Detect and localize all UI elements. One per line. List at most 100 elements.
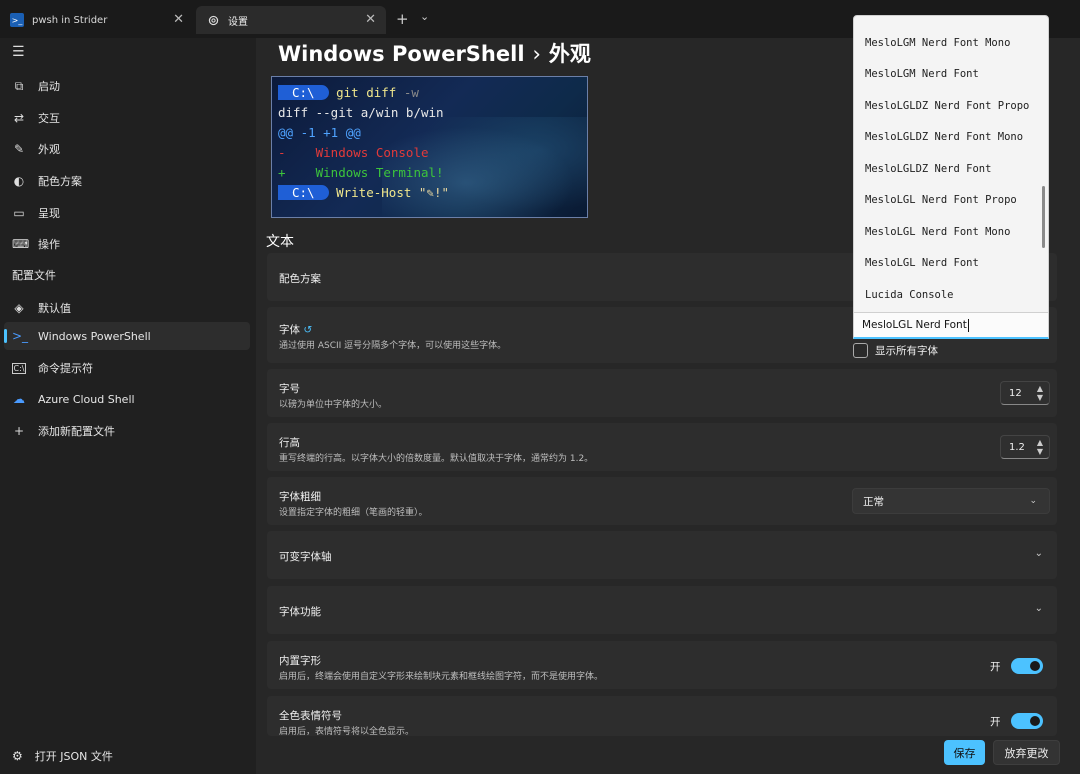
setting-description: 启用后，终端会使用自定义字形来绘制块元素和框线绘图字符，而不是使用字体。 bbox=[279, 672, 604, 682]
sidebar-item-launch[interactable]: ⧉ 启动 bbox=[4, 72, 250, 100]
close-icon[interactable]: ✕ bbox=[365, 12, 376, 27]
font-weight-select[interactable]: 正常 ⌄ bbox=[852, 488, 1050, 514]
brush-icon: ✎ bbox=[13, 142, 25, 156]
tab-label: pwsh in Strider bbox=[32, 14, 108, 26]
font-option[interactable]: MesloLGM Nerd Font bbox=[865, 68, 979, 80]
tab-pwsh[interactable]: >_ pwsh in Strider ✕ bbox=[0, 6, 194, 34]
font-size-value: 12 bbox=[1009, 387, 1022, 399]
profiles-header: 配置文件 bbox=[12, 269, 56, 282]
prompt-segment: C:\ bbox=[278, 185, 329, 200]
font-face-title: 字体 bbox=[279, 324, 300, 336]
keyboard-icon: ⌨ bbox=[12, 237, 30, 251]
sidebar-item-add-profile[interactable]: + 添加新配置文件 bbox=[4, 417, 250, 445]
setting-title: 配色方案 bbox=[279, 273, 321, 285]
sidebar-item-windows-powershell[interactable]: >_ Windows PowerShell bbox=[4, 322, 250, 350]
setting-color-emoji: 全色表情符号 启用后，表情符号将以全色显示。 开 bbox=[267, 696, 1057, 737]
sidebar-item-label: 启动 bbox=[38, 80, 60, 93]
close-icon[interactable]: ✕ bbox=[173, 12, 184, 27]
setting-variable-axes[interactable]: 可变字体轴 ⌄ bbox=[267, 531, 1057, 579]
section-title-text: 文本 bbox=[266, 234, 294, 250]
font-option[interactable]: MesloLGLDZ Nerd Font Mono bbox=[865, 131, 1023, 143]
menu-icon[interactable]: ☰ bbox=[12, 44, 25, 60]
setting-title: 可变字体轴 bbox=[279, 551, 332, 563]
chevron-down-icon: ⌄ bbox=[1034, 548, 1043, 559]
sidebar-item-defaults[interactable]: ◈ 默认值 bbox=[4, 294, 250, 322]
builtin-glyphs-toggle[interactable] bbox=[1011, 658, 1043, 674]
discard-changes-button[interactable]: 放弃更改 bbox=[993, 740, 1060, 765]
preview-flag: -w bbox=[403, 85, 419, 100]
reset-icon[interactable]: ↺ bbox=[303, 324, 312, 336]
cmd-icon: C:\ bbox=[12, 362, 26, 374]
setting-line-height: 行高 重写终端的行高。以字体大小的倍数度量。默认值取决于字体，通常约为 1.2。… bbox=[267, 423, 1057, 471]
open-json-link[interactable]: ⚙ 打开 JSON 文件 bbox=[12, 748, 113, 764]
powershell-icon: >_ bbox=[12, 329, 29, 343]
page-title: Windows PowerShell › 外观 bbox=[278, 38, 591, 68]
setting-description: 通过使用 ASCII 逗号分隔多个字体，可以使用这些字体。 bbox=[279, 341, 507, 351]
toggle-state-label: 开 bbox=[990, 661, 1001, 673]
preview-line: @@ -1 +1 @@ bbox=[278, 125, 361, 140]
sidebar-item-label: 外观 bbox=[38, 143, 60, 156]
show-all-fonts-label: 显示所有字体 bbox=[875, 345, 938, 357]
show-all-fonts-checkbox[interactable] bbox=[853, 343, 868, 358]
show-all-fonts-row[interactable]: 显示所有字体 bbox=[853, 343, 938, 358]
setting-title: 行高 bbox=[279, 437, 300, 449]
font-size-stepper[interactable]: 12 ▲ ▼ bbox=[1000, 381, 1050, 405]
font-face-input[interactable]: MesloLGL Nerd Font bbox=[853, 313, 1049, 339]
preview-string: "✎!" bbox=[418, 185, 450, 200]
sidebar-item-azure-cloud-shell[interactable]: ☁ Azure Cloud Shell bbox=[4, 385, 250, 413]
gear-icon: ⚙ bbox=[12, 749, 23, 763]
tab-settings[interactable]: 设置 ✕ bbox=[196, 6, 386, 34]
sidebar-item-appearance[interactable]: ✎ 外观 bbox=[4, 135, 250, 163]
setting-builtin-glyphs: 内置字形 启用后，终端会使用自定义字形来绘制块元素和框线绘图字符，而不是使用字体… bbox=[267, 641, 1057, 689]
toggle-state-label: 开 bbox=[990, 716, 1001, 728]
text-caret bbox=[967, 318, 969, 332]
color-emoji-toggle[interactable] bbox=[1011, 713, 1043, 729]
sidebar-item-rendering[interactable]: ▭ 呈现 bbox=[4, 199, 250, 227]
dropdown-scrollbar[interactable] bbox=[1042, 186, 1045, 248]
new-tab-button[interactable]: + bbox=[396, 10, 409, 28]
stepper-arrows-icon[interactable]: ▲ ▼ bbox=[1037, 384, 1043, 402]
launch-icon: ⧉ bbox=[14, 78, 24, 93]
font-option[interactable]: MesloLGL Nerd Font bbox=[865, 257, 979, 269]
preview-line: + Windows Terminal! bbox=[278, 165, 444, 180]
tab-label: 设置 bbox=[228, 16, 248, 28]
setting-description: 启用后，表情符号将以全色显示。 bbox=[279, 727, 415, 737]
breadcrumb-separator: › bbox=[532, 42, 541, 66]
setting-title: 字体 ↺ bbox=[279, 322, 312, 337]
font-option[interactable]: MesloLGL Nerd Font Propo bbox=[865, 194, 1017, 206]
setting-title: 字体粗细 bbox=[279, 491, 321, 503]
chevron-down-icon[interactable]: ⌄ bbox=[420, 10, 429, 23]
sidebar-item-actions[interactable]: ⌨ 操作 bbox=[4, 230, 250, 258]
toggle-knob bbox=[1030, 661, 1040, 671]
stepper-arrows-icon[interactable]: ▲ ▼ bbox=[1037, 438, 1043, 456]
font-option[interactable]: MesloLGL Nerd Font Mono bbox=[865, 226, 1010, 238]
breadcrumb-page: 外观 bbox=[548, 42, 591, 66]
sidebar-item-label: 命令提示符 bbox=[38, 362, 93, 375]
sidebar-item-label: 默认值 bbox=[38, 302, 71, 315]
sidebar-item-color-schemes[interactable]: ◐ 配色方案 bbox=[4, 167, 250, 195]
powershell-icon: >_ bbox=[10, 13, 24, 27]
font-option[interactable]: MesloLGLDZ Nerd Font Propo bbox=[865, 100, 1029, 112]
sidebar-item-command-prompt[interactable]: C:\ 命令提示符 bbox=[4, 354, 250, 382]
terminal-preview: C:\ git diff -w diff --git a/win b/win @… bbox=[271, 76, 588, 218]
preview-line: diff --git a/win b/win bbox=[278, 105, 444, 120]
setting-font-features[interactable]: 字体功能 ⌄ bbox=[267, 586, 1057, 634]
sidebar: ☰ ⧉ 启动 ⇄ 交互 ✎ 外观 ◐ 配色方案 ▭ 呈现 ⌨ 操作 配置文件 ◈… bbox=[0, 38, 256, 774]
palette-icon: ◐ bbox=[13, 174, 25, 188]
setting-description: 以磅为单位中字体的大小。 bbox=[279, 400, 388, 410]
line-height-stepper[interactable]: 1.2 ▲ ▼ bbox=[1000, 435, 1050, 459]
monitor-icon: ▭ bbox=[13, 206, 25, 220]
setting-title: 字体功能 bbox=[279, 606, 321, 618]
font-option[interactable]: MesloLGM Nerd Font Mono bbox=[865, 37, 1010, 49]
prompt-segment: C:\ bbox=[278, 85, 329, 100]
setting-title: 内置字形 bbox=[279, 655, 321, 667]
save-button[interactable]: 保存 bbox=[944, 740, 985, 765]
font-option[interactable]: Lucida Console bbox=[865, 289, 954, 301]
breadcrumb-profile[interactable]: Windows PowerShell bbox=[278, 42, 525, 66]
font-option[interactable]: MesloLGLDZ Nerd Font bbox=[865, 163, 991, 175]
sidebar-item-label: 配色方案 bbox=[38, 175, 82, 188]
sidebar-item-interaction[interactable]: ⇄ 交互 bbox=[4, 104, 250, 132]
chevron-down-icon: ⌄ bbox=[1029, 496, 1037, 506]
preview-command: Write-Host bbox=[336, 185, 412, 200]
preview-command: git diff bbox=[336, 85, 397, 100]
